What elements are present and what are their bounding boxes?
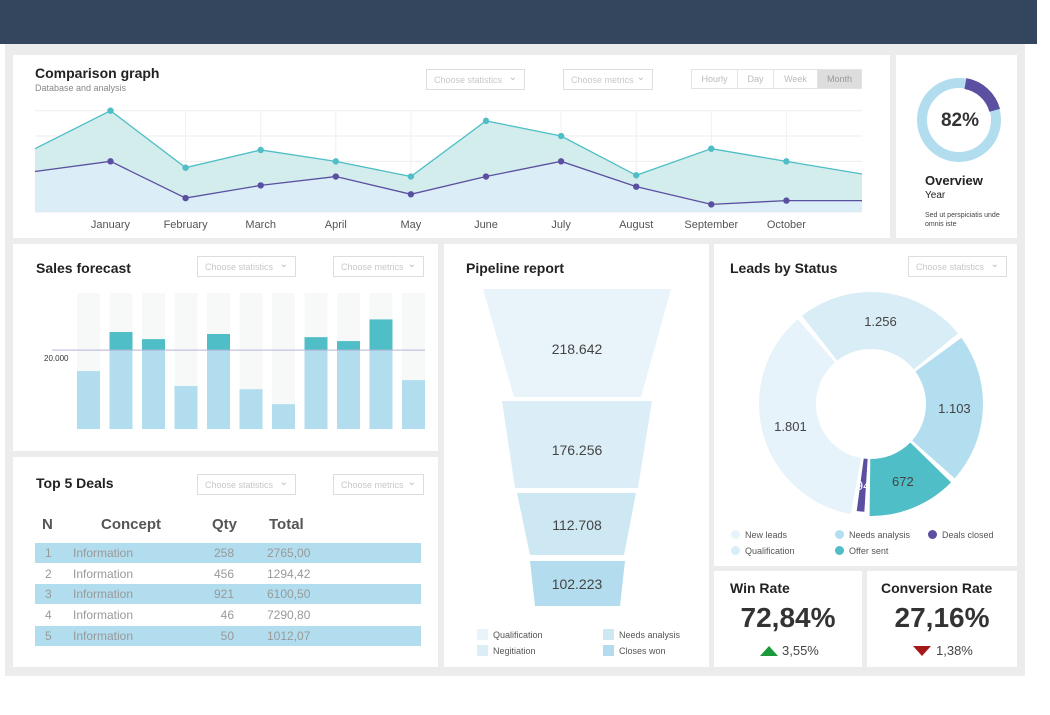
legend-label: Offer sent: [849, 546, 889, 556]
legend-closes-won: Closes won: [603, 645, 666, 656]
legend-label: New leads: [745, 530, 788, 540]
cell-concept: Information: [73, 628, 134, 643]
legend-dot: [731, 546, 740, 555]
legend-swatch: [603, 645, 614, 656]
legend-offer-sent: Offer sent: [835, 546, 889, 556]
legend-label: Qualification: [493, 630, 543, 640]
conversion-rate-delta: 1,38%: [936, 643, 973, 658]
legend-needs-analysis: Needs analysis: [603, 629, 681, 640]
legend-swatch: [603, 629, 614, 640]
conversion-rate-title: Conversion Rate: [881, 580, 993, 596]
table-row[interactable]: 5 Information 50 1012,07: [35, 625, 421, 646]
slice-label: 672: [892, 474, 914, 489]
win-rate-delta: 3,55%: [782, 643, 819, 658]
legend-negotiation: Negitiation: [477, 645, 536, 656]
slice-label: 1.801: [774, 419, 807, 434]
legend-dot: [928, 530, 937, 539]
conversion-rate-value: 27,16%: [894, 602, 990, 633]
legend-dot: [835, 546, 844, 555]
arrow-up-icon: [760, 646, 778, 656]
legend-deals-closed: Deals closed: [928, 530, 994, 540]
legend-qualification: Qualification: [477, 629, 543, 640]
slice-label: 1.256: [864, 314, 897, 329]
legend-label: Qualification: [745, 546, 795, 556]
slice-label: 1.103: [938, 401, 971, 416]
legend-swatch: [477, 629, 488, 640]
arrow-down-icon: [913, 646, 931, 656]
win-rate-value: 72,84%: [740, 602, 836, 633]
legend-needs-analysis: Needs analysis: [835, 530, 911, 540]
legend-dot: [835, 530, 844, 539]
legend-label: Needs analysis: [619, 630, 681, 640]
funnel-value: 102.223: [552, 576, 603, 592]
legend-swatch: [477, 645, 488, 656]
legend-new-leads: New leads: [731, 530, 788, 540]
slice-label: 94: [856, 478, 870, 493]
leads-donut-chart: 1.801 1.256 1.103 672 94: [758, 292, 984, 516]
legend-label: Closes won: [619, 646, 666, 656]
cell-qty: 50: [220, 628, 234, 643]
legend-qualification: Qualification: [731, 546, 795, 556]
legend-label: Needs analysis: [849, 530, 911, 540]
win-rate-title: Win Rate: [730, 580, 790, 596]
cell-n: 5: [45, 628, 52, 643]
legend-dot: [731, 530, 740, 539]
legend-label: Deals closed: [942, 530, 994, 540]
cell-total: 1012,07: [267, 628, 311, 643]
legend-label: Negitiation: [493, 646, 536, 656]
